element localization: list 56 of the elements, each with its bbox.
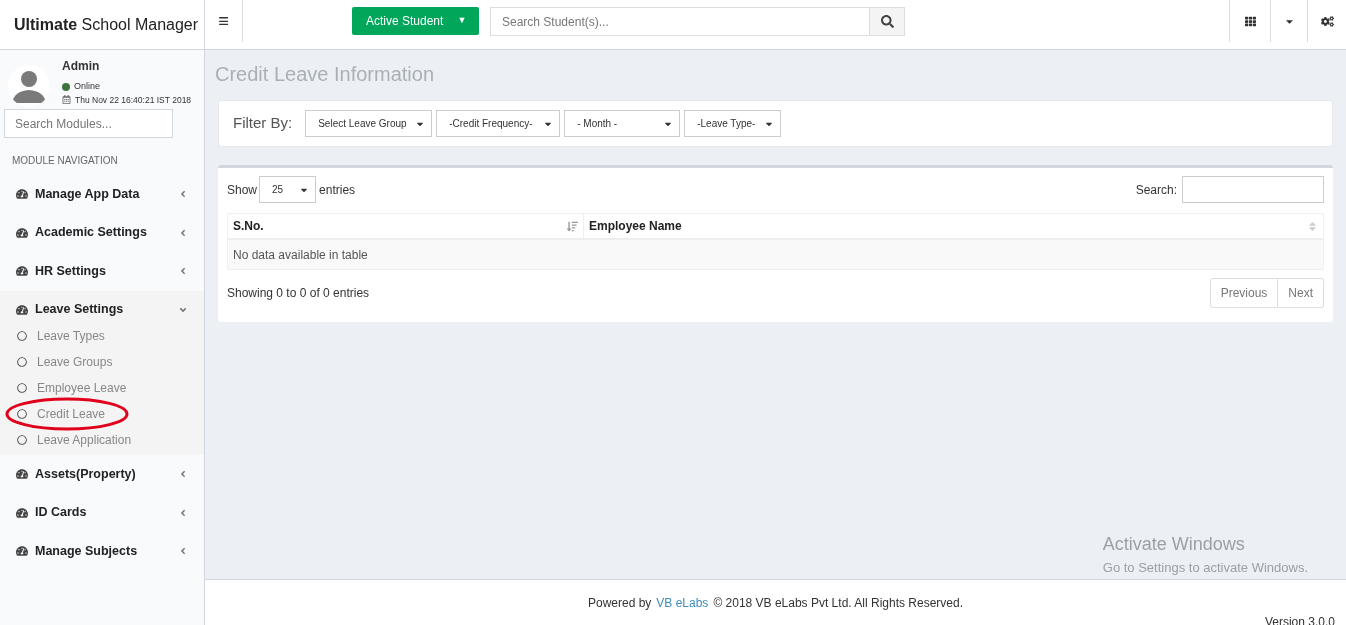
chevron-left-icon [178, 189, 188, 200]
entries-label: entries [319, 181, 356, 199]
dashboard-icon [16, 545, 28, 558]
column-header[interactable]: S.No. [228, 214, 584, 238]
footer-text: Powered by [587, 595, 652, 612]
chevron-left-icon [178, 546, 188, 557]
sort-icon [1307, 220, 1318, 232]
page-title: Credit Leave Information [215, 62, 435, 87]
footer-link[interactable]: VB eLabs [656, 594, 709, 612]
filter-select[interactable]: Select Leave Group [305, 110, 433, 137]
nav-item[interactable]: ID Cards [0, 493, 204, 532]
table-info: Showing 0 to 0 of 0 entries [227, 285, 371, 302]
activation-notice-title: Activate Windows [1102, 532, 1246, 556]
nav-item[interactable]: Manage App Data [0, 175, 204, 214]
user-name: Admin [62, 58, 101, 75]
chevron-left-icon [178, 266, 188, 277]
user-avatar [8, 65, 50, 107]
search-label: Search: [1135, 181, 1177, 199]
calendar-icon [62, 95, 71, 105]
user-status: Online [74, 80, 100, 93]
dashboard-icon [16, 226, 28, 239]
activation-notice-text: Go to Settings to activate Windows. [1102, 558, 1308, 577]
filter-label: Filter By: [233, 113, 293, 134]
gears-icon [1320, 14, 1334, 28]
footer-copyright: © 2018 VB eLabs Pvt Ltd. All Rights Reserved. [713, 595, 964, 612]
empty-table-message: No data available in table [228, 240, 1323, 269]
search-button[interactable] [870, 7, 905, 36]
nav-item[interactable]: Academic Settings [0, 213, 204, 252]
filter-select[interactable]: - Month - [564, 110, 681, 137]
filter-select[interactable]: -Leave Type- [684, 110, 782, 137]
module-search-field[interactable]: Search Modules... [4, 109, 173, 138]
show-label: Show [227, 181, 258, 199]
table-search-field[interactable] [1182, 176, 1324, 203]
grid-icon [1244, 15, 1256, 27]
dashboard-icon [16, 303, 28, 316]
student-search-field[interactable]: Search Student(s)... [490, 7, 870, 36]
menu-toggle-button[interactable]: ≡ [205, 0, 243, 42]
sort-icon [567, 220, 578, 232]
chevron-left-icon [178, 469, 188, 480]
dashboard-icon [16, 468, 28, 481]
column-header[interactable]: Employee Name [584, 214, 1323, 238]
search-icon [880, 15, 894, 28]
filter-select[interactable]: -Credit Frequency- [436, 110, 561, 137]
dashboard-icon [16, 265, 28, 278]
page-size-select[interactable]: 25 [259, 176, 317, 203]
nav-item[interactable]: HR Settings [0, 252, 204, 291]
chevron-left-icon [178, 507, 188, 518]
nav-item[interactable]: Leave Settings [0, 290, 204, 329]
nav-heading: MODULE NAVIGATION [12, 154, 119, 168]
nav-item[interactable]: Manage Subjects [0, 532, 204, 571]
brand-logo[interactable]: Ultimate School Manager [0, 0, 205, 49]
dashboard-icon [16, 188, 28, 201]
nav-item[interactable]: Assets(Property) [0, 455, 204, 494]
dashboard-icon [16, 506, 28, 519]
chevron-left-icon [178, 227, 188, 238]
date-time: Thu Nov 22 16:40:21 IST 2018 [75, 93, 192, 107]
